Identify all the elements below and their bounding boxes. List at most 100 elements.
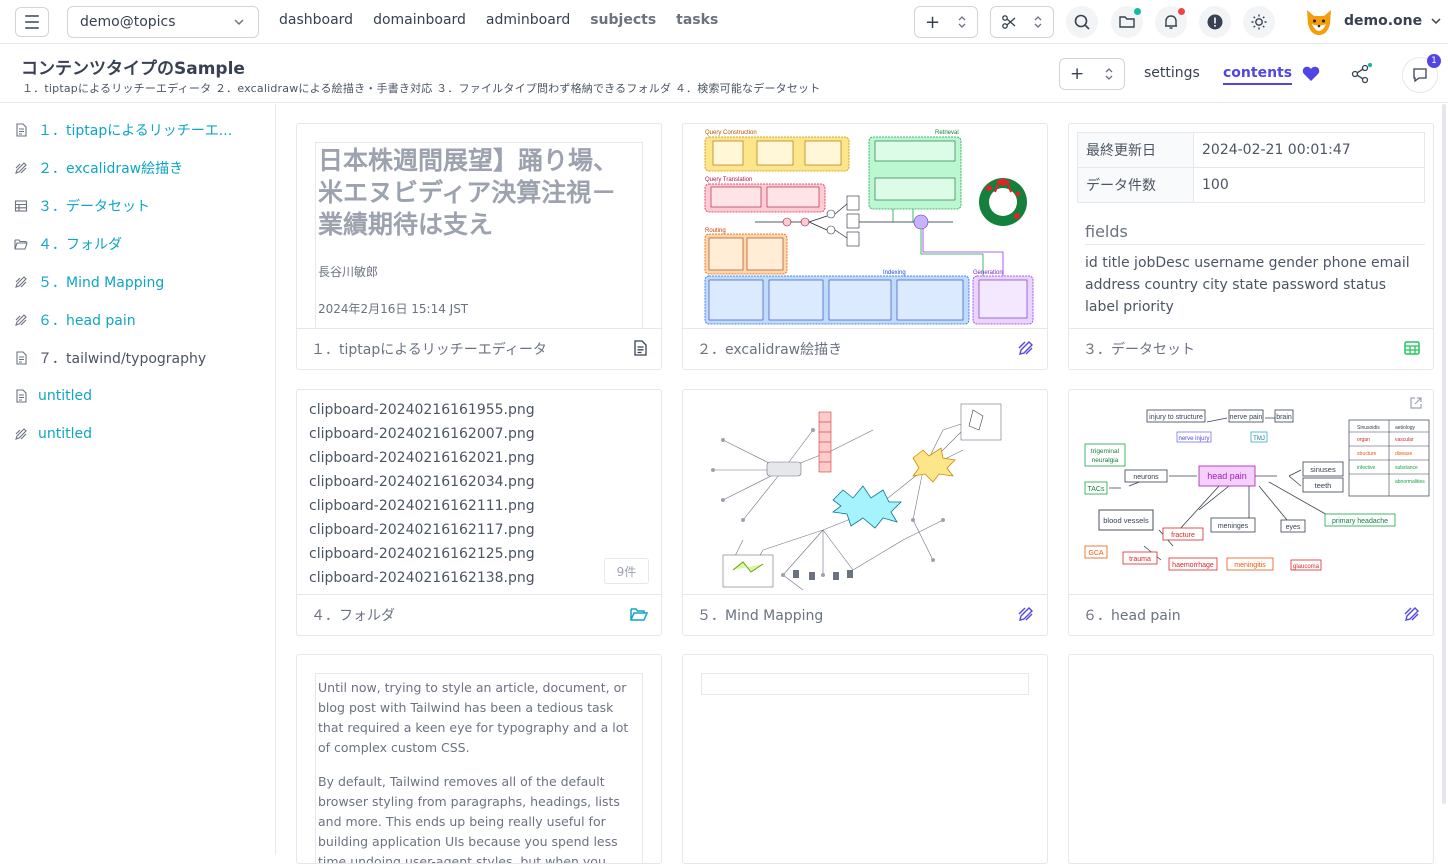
card-footer: １．tiptapによるリッチーエディータ (297, 329, 661, 369)
article-preview: 日本株週間展望】踊り場、米エヌビディア決算注視－業績期待は支え 長谷川敏郎 20… (315, 142, 643, 328)
content-card-dataset[interactable]: 最終更新日 2024-02-21 00:01:47 データ件数 100 fiel… (1068, 123, 1434, 370)
sidebar-item-mind-mapping[interactable]: ５．Mind Mapping (14, 272, 164, 292)
diagram-node-label: sinuses (1310, 465, 1336, 474)
menu-button[interactable] (15, 7, 49, 37)
sidebar-item-head-pain[interactable]: ６．head pain (14, 310, 136, 330)
sidebar-item-label: ２．excalidraw絵描き (38, 161, 184, 177)
draw-icon (1018, 607, 1033, 621)
sidebar-item-label: untitled (38, 426, 93, 442)
svg-text:Query Construction: Query Construction (705, 130, 757, 136)
list-item[interactable]: clipboard-20240216161955.png (309, 398, 535, 422)
sidebar-item-typography[interactable]: ７．tailwind/typography (14, 348, 206, 368)
diagram-node-label: trauma (1129, 556, 1151, 563)
card-title: ４．フォルダ (311, 608, 395, 624)
alert-button[interactable] (1199, 6, 1231, 38)
list-item[interactable]: clipboard-20240216162117.png (309, 518, 535, 542)
card-title: ６．head pain (1083, 608, 1181, 624)
sidebar-item-dataset[interactable]: ３．データセット (14, 196, 150, 216)
alert-icon (1207, 14, 1223, 30)
theme-toggle-button[interactable] (1243, 6, 1275, 38)
nav-adminboard[interactable]: adminboard (486, 12, 570, 28)
sidebar-item-untitled-drawing[interactable]: untitled (14, 424, 92, 444)
article-title: 日本株週間展望】踊り場、米エヌビディア決算注視－業績期待は支え (318, 146, 619, 239)
card-title: ３．データセット (1083, 342, 1195, 358)
sidebar-item-folder[interactable]: ４．フォルダ (14, 234, 122, 254)
content-card-excalidraw[interactable]: Query Construction Query Translation Rou… (682, 123, 1048, 370)
add-select-button[interactable]: + (914, 6, 978, 38)
add-content-button[interactable]: + (1059, 58, 1125, 90)
page-subtitle: １．tiptapによるリッチーエディータ ２．excalidrawによる絵描き・… (22, 82, 821, 95)
diagram-table-label: abnormalities (1395, 479, 1425, 485)
page-scrollbar[interactable] (1442, 104, 1446, 804)
plus-icon: + (1070, 64, 1085, 84)
list-item[interactable]: clipboard-20240216162034.png (309, 470, 535, 494)
draw-icon (15, 276, 27, 288)
heart-icon[interactable] (1302, 65, 1320, 82)
diagram-node-label: primary headache (1332, 518, 1388, 525)
card-footer: ３．データセット (1069, 329, 1433, 369)
list-item[interactable]: clipboard-20240216162125.png (309, 542, 535, 566)
bell-icon (1165, 15, 1177, 29)
tab-contents[interactable]: contents (1223, 65, 1293, 85)
fields-heading: fields (1085, 222, 1425, 245)
folder-button[interactable] (1111, 6, 1143, 38)
nav-tasks[interactable]: tasks (676, 12, 718, 28)
table-cell-key: データ件数 (1077, 167, 1194, 203)
table-row: 最終更新日 2024-02-21 00:01:47 (1077, 132, 1425, 168)
sidebar-item-tiptap[interactable]: １．tiptapによるリッチーエ... (14, 120, 232, 140)
notification-badge-dot (1178, 8, 1185, 15)
chevron-updown-icon (1105, 68, 1113, 80)
sidebar-item-label: １．tiptapによるリッチーエ... (38, 123, 233, 139)
share-icon[interactable] (1350, 63, 1372, 85)
list-item[interactable]: clipboard-20240216162138.png (309, 566, 535, 590)
nav-dashboard[interactable]: dashboard (279, 12, 353, 28)
list-item[interactable]: clipboard-20240216162021.png (309, 446, 535, 470)
diagram-node-label: TACs (1088, 486, 1105, 493)
rag-diagram-image: Query Construction Query Translation Rou… (704, 130, 1034, 325)
card-footer: ６．head pain (1069, 595, 1433, 635)
comments-button[interactable]: 1 (1402, 54, 1441, 93)
user-menu[interactable]: demo.one (1302, 4, 1442, 38)
open-external-icon[interactable] (1409, 396, 1423, 410)
content-card-typography[interactable]: Until now, trying to style an article, d… (296, 654, 662, 864)
workspace-select-value: demo@topics (80, 14, 176, 30)
page-title: コンテンツタイプのSample (21, 59, 245, 79)
diagram-node-label: eyes (1286, 524, 1301, 531)
chat-icon (1413, 68, 1427, 83)
list-item[interactable]: clipboard-20240216162007.png (309, 422, 535, 446)
sidebar-item-untitled-doc[interactable]: untitled (14, 386, 92, 406)
diagram-node-label: fracture (1171, 532, 1195, 539)
card-preview (683, 390, 1047, 595)
svg-text:neuralgia: neuralgia (1092, 457, 1119, 464)
sidebar-item-label: ６．head pain (38, 313, 136, 329)
nav-domainboard[interactable]: domainboard (373, 12, 466, 28)
draw-icon (1018, 341, 1033, 355)
content-card-head-pain[interactable]: injury to structure nerve pain brain ner… (1068, 389, 1434, 636)
diagram-table-label: infective (1357, 465, 1376, 471)
list-item[interactable]: clipboard-20240216162111.png (309, 494, 535, 518)
content-card-mind-mapping[interactable]: ５．Mind Mapping (682, 389, 1048, 636)
workspace-select[interactable]: demo@topics (67, 6, 259, 38)
svg-text:Routing: Routing (705, 228, 726, 234)
notifications-button[interactable] (1155, 6, 1187, 38)
nav-subjects[interactable]: subjects (590, 12, 656, 28)
diagram-node-label: glaucoma (1293, 564, 1320, 570)
content-card-tiptap[interactable]: 日本株週間展望】踊り場、米エヌビディア決算注視－業績期待は支え 長谷川敏郎 20… (296, 123, 662, 370)
diagram-node-label: meningitis (1234, 562, 1266, 569)
diagram-node-label: blood vessels (1103, 516, 1149, 525)
search-button[interactable] (1066, 6, 1098, 38)
card-preview: 最終更新日 2024-02-21 00:01:47 データ件数 100 fiel… (1069, 124, 1433, 329)
tab-settings[interactable]: settings (1144, 65, 1200, 81)
diagram-node-label: nerve pain (1230, 414, 1263, 421)
page-header: コンテンツタイプのSample １．tiptapによるリッチーエディータ ２．e… (0, 45, 1448, 103)
folder-open-icon (630, 608, 649, 621)
article-date: 2024年2月16日 15:14 JST (318, 302, 469, 316)
tools-select-button[interactable] (990, 6, 1054, 38)
document-icon (16, 351, 27, 365)
diagram-node-label: brain (1276, 414, 1292, 421)
table-row: データ件数 100 (1077, 167, 1425, 203)
sidebar-item-excalidraw[interactable]: ２．excalidraw絵描き (14, 158, 183, 178)
content-card-untitled-doc[interactable] (682, 654, 1048, 864)
content-card-folder[interactable]: clipboard-20240216161955.png clipboard-2… (296, 389, 662, 636)
content-card-untitled-drawing[interactable] (1068, 654, 1434, 864)
